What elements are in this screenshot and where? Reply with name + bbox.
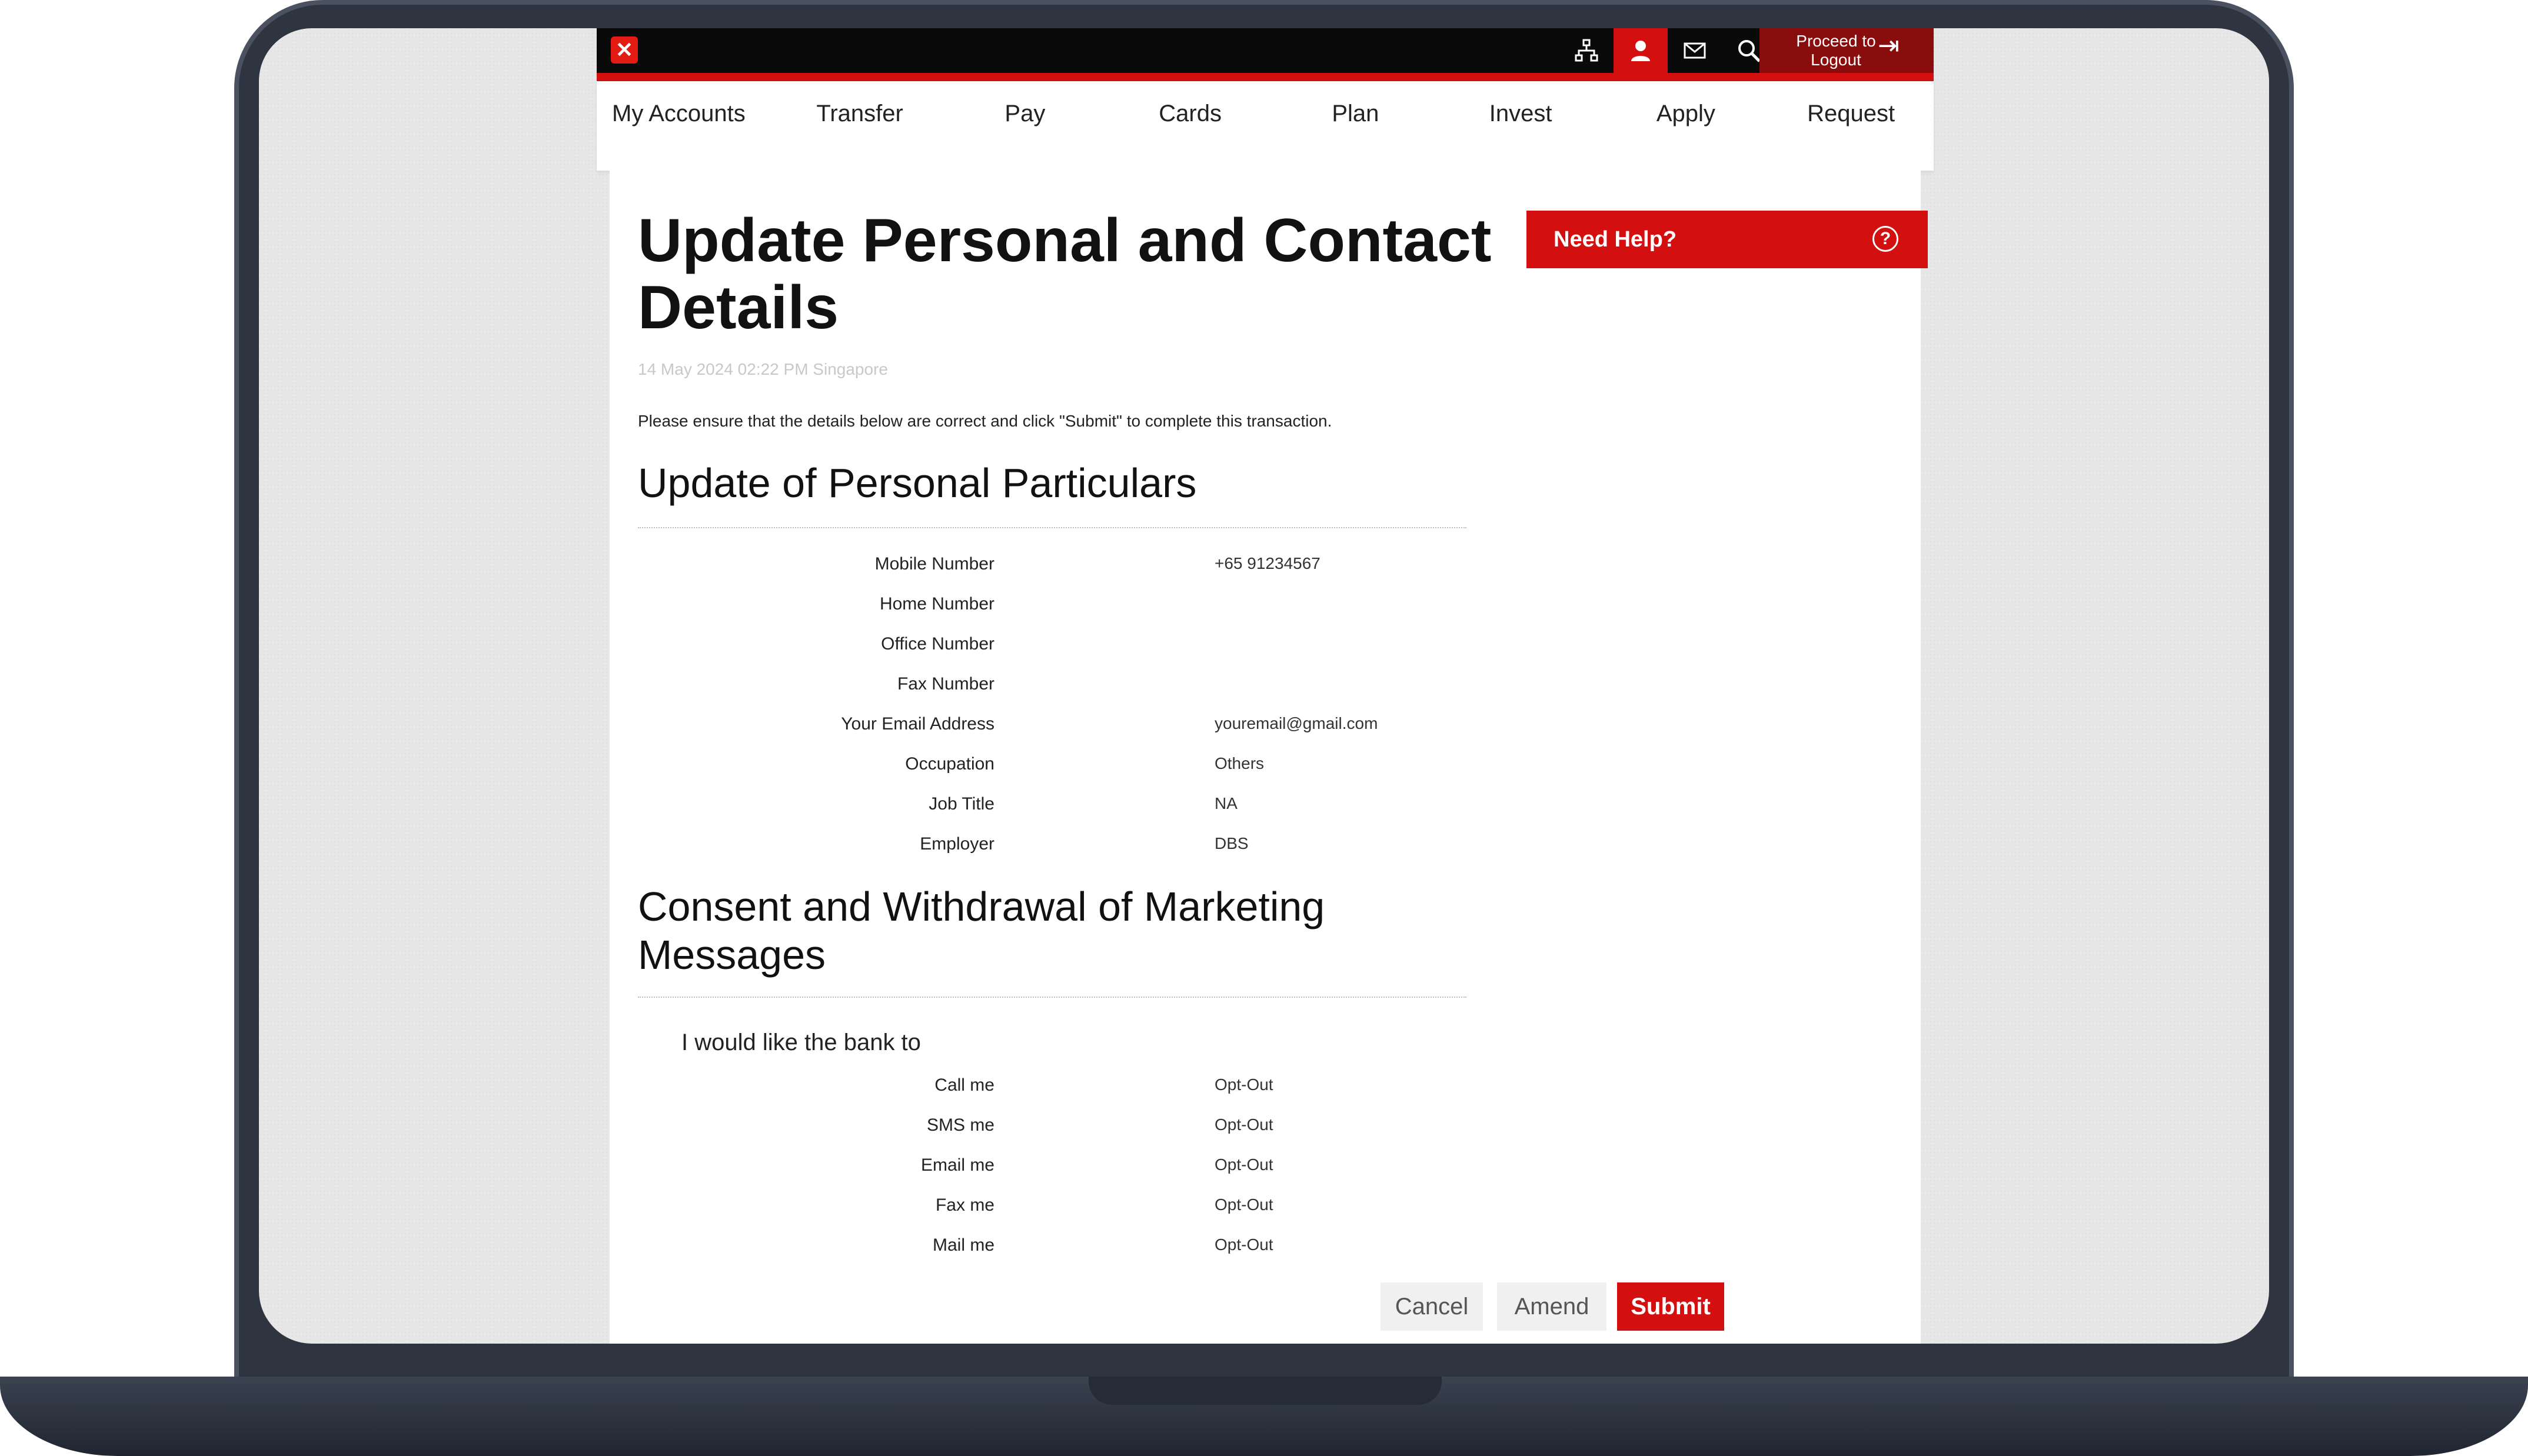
logout-button[interactable]: Proceed to Logout ⇥ — [1759, 28, 1934, 73]
page-title: Update Personal and Contact Details — [638, 206, 1492, 342]
mail-icon[interactable] — [1668, 28, 1722, 73]
bank-logo-icon[interactable]: ✕ — [611, 36, 638, 64]
cancel-button[interactable]: Cancel — [1381, 1282, 1483, 1331]
user-icon[interactable] — [1614, 28, 1668, 73]
field-label-mail-me: Mail me — [932, 1235, 994, 1255]
nav-transfer[interactable]: Transfer — [777, 81, 943, 171]
field-value-employer: DBS — [1215, 834, 1249, 852]
nav-cards[interactable]: Cards — [1107, 81, 1273, 171]
field-value-call: Opt-Out — [1215, 1075, 1273, 1094]
logout-label: Proceed to Logout — [1796, 32, 1876, 69]
field-value-occupation: Others — [1215, 754, 1265, 772]
nav-my-accounts[interactable]: My Accounts — [597, 81, 777, 171]
nav-apply[interactable]: Apply — [1604, 81, 1769, 171]
topbar-accent-line — [597, 73, 1934, 81]
laptop-notch — [1089, 1377, 1442, 1405]
field-value-email: youremail@gmail.com — [1215, 714, 1378, 732]
section-divider — [638, 527, 1466, 528]
logout-icon: ⇥ — [1878, 31, 1900, 60]
field-value-mobile: +65 91234567 — [1215, 554, 1320, 572]
consent-intro: I would like the bank to — [681, 1029, 921, 1055]
main-content: Update Personal and Contact Details 14 M… — [610, 171, 1928, 1344]
nav-request[interactable]: Request — [1768, 81, 1934, 171]
field-value-fax-me: Opt-Out — [1215, 1195, 1273, 1214]
field-label-occupation: Occupation — [905, 754, 994, 774]
section-divider — [638, 997, 1466, 998]
field-value-email-me: Opt-Out — [1215, 1155, 1273, 1174]
field-label-fax-me: Fax me — [935, 1195, 994, 1215]
sitemap-icon[interactable] — [1559, 28, 1614, 73]
amend-button[interactable]: Amend — [1497, 1282, 1606, 1331]
nav-invest[interactable]: Invest — [1438, 81, 1604, 171]
bank-site: ✕ Proceed to Logout ⇥ My Accounts Transf… — [597, 28, 1934, 1344]
consent-section-title: Consent and Withdrawal of Marketing Mess… — [638, 884, 1325, 978]
nav-plan[interactable]: Plan — [1273, 81, 1438, 171]
field-value-sms: Opt-Out — [1215, 1115, 1273, 1134]
field-label-home: Home Number — [879, 594, 994, 614]
field-label-fax: Fax Number — [897, 674, 994, 694]
field-label-call: Call me — [934, 1075, 994, 1095]
need-help-label: Need Help? — [1554, 227, 1677, 252]
personal-section-title: Update of Personal Particulars — [638, 460, 1197, 506]
nav-pay[interactable]: Pay — [943, 81, 1108, 171]
instruction-text: Please ensure that the details below are… — [638, 412, 1332, 430]
top-bar: ✕ Proceed to Logout ⇥ — [597, 28, 1934, 73]
field-label-email-me: Email me — [920, 1155, 994, 1175]
field-label-job-title: Job Title — [929, 794, 994, 814]
field-label-email: Your Email Address — [841, 714, 994, 734]
need-help-panel[interactable]: Need Help? ? — [1526, 211, 1928, 268]
question-icon[interactable]: ? — [1872, 226, 1898, 252]
field-label-employer: Employer — [920, 834, 994, 854]
field-label-sms: SMS me — [926, 1115, 994, 1135]
field-value-job-title: NA — [1215, 794, 1238, 812]
laptop-screen: ✕ Proceed to Logout ⇥ My Accounts Transf… — [259, 28, 2269, 1344]
timestamp: 14 May 2024 02:22 PM Singapore — [638, 360, 888, 378]
field-label-office: Office Number — [881, 634, 994, 654]
submit-button[interactable]: Submit — [1617, 1282, 1724, 1331]
main-nav: My Accounts Transfer Pay Cards Plan Inve… — [597, 81, 1934, 171]
field-label-mobile: Mobile Number — [874, 554, 994, 574]
field-value-mail-me: Opt-Out — [1215, 1235, 1273, 1254]
